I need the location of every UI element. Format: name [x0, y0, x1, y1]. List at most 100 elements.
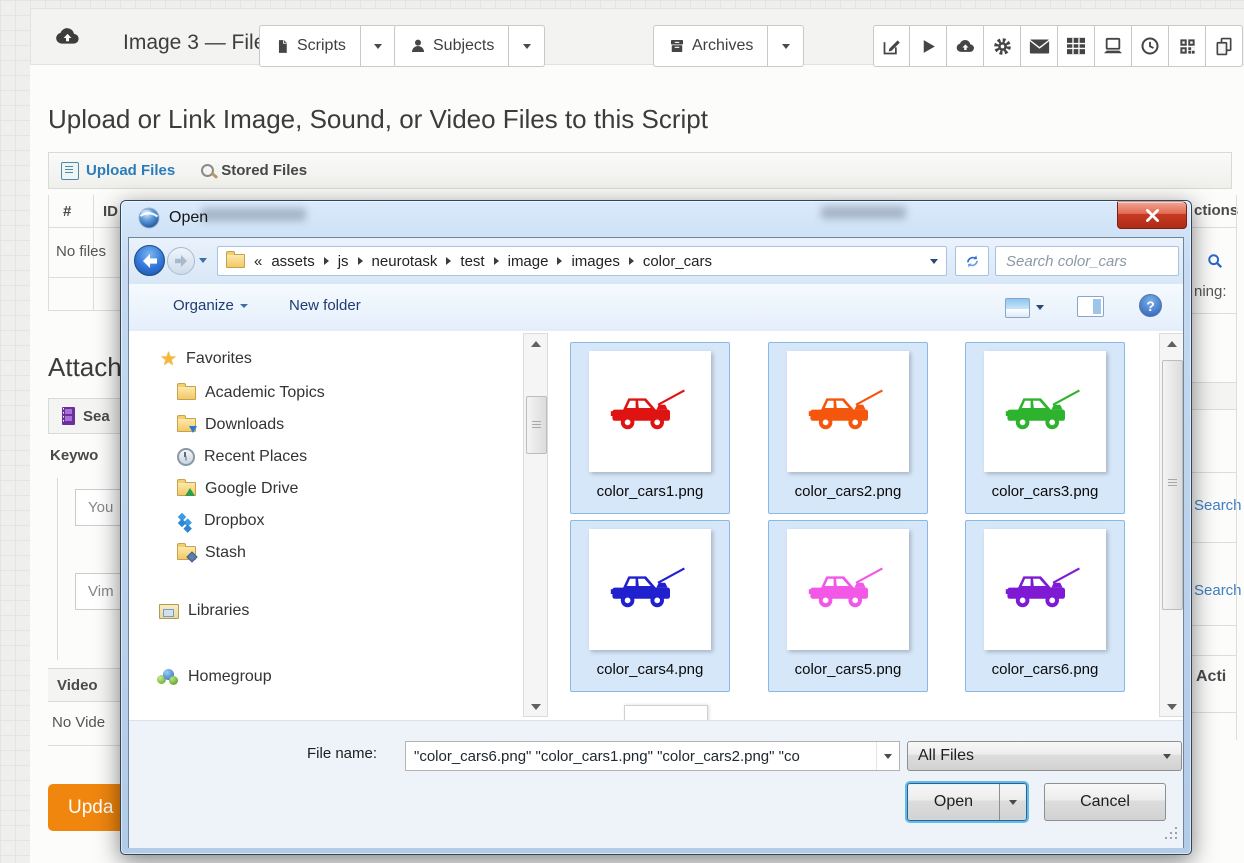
breadcrumb-separator-icon[interactable]	[557, 257, 562, 265]
sidebar-item-dropbox[interactable]: Dropbox	[177, 509, 264, 533]
scroll-down-icon[interactable]	[1160, 697, 1183, 716]
file-name-dropdown-button[interactable]	[876, 742, 899, 770]
scroll-up-icon[interactable]	[524, 334, 547, 353]
refresh-button[interactable]	[955, 246, 989, 276]
divider	[1192, 227, 1236, 228]
file-tile[interactable]: color_cars4.png	[570, 520, 730, 692]
sidebar-item-google-drive[interactable]: Google Drive	[177, 477, 298, 501]
table-header-actions-fragment: ctions	[1194, 202, 1238, 219]
breadcrumb[interactable]: « assets js neurotask test image images …	[217, 246, 947, 276]
search-link[interactable]: Search	[1194, 497, 1242, 514]
sidebar-item-libraries[interactable]: Libraries	[159, 599, 249, 623]
google-drive-folder-icon	[177, 482, 196, 496]
open-dropdown-button[interactable]	[999, 784, 1026, 820]
glass-reflection	[821, 206, 906, 219]
file-thumbnail	[589, 351, 711, 472]
scrollbar-thumb[interactable]	[1162, 360, 1183, 610]
breadcrumb-separator-icon[interactable]	[324, 257, 329, 265]
settings-button[interactable]	[984, 25, 1021, 67]
file-name-input[interactable]	[406, 748, 876, 765]
update-button-label: Upda	[68, 797, 113, 819]
breadcrumb-item[interactable]: js	[338, 253, 349, 270]
breadcrumb-overflow[interactable]: «	[254, 253, 262, 270]
tab-stored-files[interactable]: Stored Files	[201, 162, 307, 179]
breadcrumb-item[interactable]: images	[571, 253, 619, 270]
file-tile[interactable]: color_cars2.png	[768, 342, 928, 514]
duplicate-button[interactable]	[1206, 25, 1243, 67]
resize-grip[interactable]	[1165, 827, 1177, 839]
file-thumbnail	[984, 351, 1106, 472]
preview-pane-button[interactable]	[1077, 296, 1104, 317]
sidebar-item-homegroup[interactable]: Homegroup	[157, 665, 272, 689]
breadcrumb-separator-icon[interactable]	[358, 257, 363, 265]
devices-button[interactable]	[1095, 25, 1132, 67]
close-button[interactable]	[1117, 201, 1187, 229]
cancel-button[interactable]: Cancel	[1044, 783, 1166, 821]
vimeo-input-fragment: Vim	[88, 583, 114, 600]
breadcrumb-separator-icon[interactable]	[446, 257, 451, 265]
back-button[interactable]	[134, 245, 165, 276]
new-folder-button[interactable]: New folder	[289, 297, 361, 314]
sidebar-item-stash[interactable]: Stash	[177, 541, 246, 565]
qrcode-button[interactable]	[1169, 25, 1206, 67]
messages-button[interactable]	[1021, 25, 1058, 67]
sidebar-item-favorites[interactable]: ★ Favorites	[160, 347, 252, 371]
edit-button[interactable]	[873, 25, 910, 67]
archives-button[interactable]: Archives	[653, 25, 768, 67]
sidebar-item-downloads[interactable]: Downloads	[177, 413, 284, 437]
search-input[interactable]	[996, 253, 1207, 270]
search-icon[interactable]	[1207, 253, 1231, 269]
youtube-input[interactable]: You	[75, 489, 121, 526]
breadcrumb-item-current[interactable]: color_cars	[643, 253, 712, 270]
vimeo-input[interactable]: Vim	[75, 573, 121, 610]
open-button[interactable]: Open	[908, 793, 999, 811]
tab-search-videos[interactable]: Sea	[48, 398, 122, 434]
scroll-up-icon[interactable]	[1160, 334, 1183, 353]
user-icon	[409, 37, 427, 55]
breadcrumb-item[interactable]: neurotask	[372, 253, 438, 270]
page-title: Image 3 — Files	[123, 31, 276, 55]
file-type-select[interactable]: All Files	[907, 741, 1182, 771]
chevron-down-icon	[782, 44, 790, 49]
views-button[interactable]	[1005, 296, 1053, 319]
subjects-button[interactable]: Subjects	[394, 25, 509, 67]
breadcrumb-item[interactable]: image	[508, 253, 549, 270]
data-table-button[interactable]	[1058, 25, 1095, 67]
breadcrumb-item[interactable]: assets	[271, 253, 314, 270]
breadcrumb-dropdown-icon[interactable]	[930, 259, 938, 264]
forward-button[interactable]	[167, 247, 195, 275]
subjects-dropdown-button[interactable]	[509, 25, 545, 67]
scroll-down-icon[interactable]	[524, 697, 547, 716]
sidebar-item-academic-topics[interactable]: Academic Topics	[177, 381, 325, 405]
video-table-header: Video	[48, 668, 120, 702]
organize-menu-button[interactable]: Organize	[173, 297, 248, 314]
history-button[interactable]	[1132, 25, 1169, 67]
breadcrumb-item[interactable]: test	[460, 253, 484, 270]
help-button[interactable]: ?	[1139, 294, 1162, 317]
file-list-scrollbar[interactable]	[1159, 333, 1183, 717]
run-button[interactable]	[910, 25, 947, 67]
sidebar-item-label: Libraries	[188, 602, 249, 620]
views-thumbnail-icon	[1005, 298, 1030, 318]
upload-button[interactable]	[947, 25, 984, 67]
breadcrumb-separator-icon[interactable]	[494, 257, 499, 265]
tab-upload-files[interactable]: Upload Files	[61, 162, 175, 180]
history-dropdown-icon[interactable]	[199, 258, 207, 263]
chevron-down-icon	[240, 304, 248, 308]
sidebar-item-recent-places[interactable]: Recent Places	[177, 445, 307, 469]
breadcrumb-separator-icon[interactable]	[629, 257, 634, 265]
scripts-button[interactable]: Scripts	[259, 25, 361, 67]
archives-dropdown-button[interactable]	[768, 25, 804, 67]
search-link[interactable]: Search	[1194, 582, 1242, 599]
car-image	[610, 566, 690, 614]
sidebar-item-label: Downloads	[205, 416, 284, 434]
recent-places-icon	[177, 448, 195, 466]
sidebar-scrollbar[interactable]	[523, 333, 548, 717]
partially-visible-file[interactable]	[624, 705, 708, 720]
scrollbar-thumb[interactable]	[526, 396, 547, 454]
file-tile[interactable]: color_cars3.png	[965, 342, 1125, 514]
file-tile[interactable]: color_cars1.png	[570, 342, 730, 514]
file-tile[interactable]: color_cars5.png	[768, 520, 928, 692]
scripts-dropdown-button[interactable]	[361, 25, 397, 67]
file-tile[interactable]: color_cars6.png	[965, 520, 1125, 692]
